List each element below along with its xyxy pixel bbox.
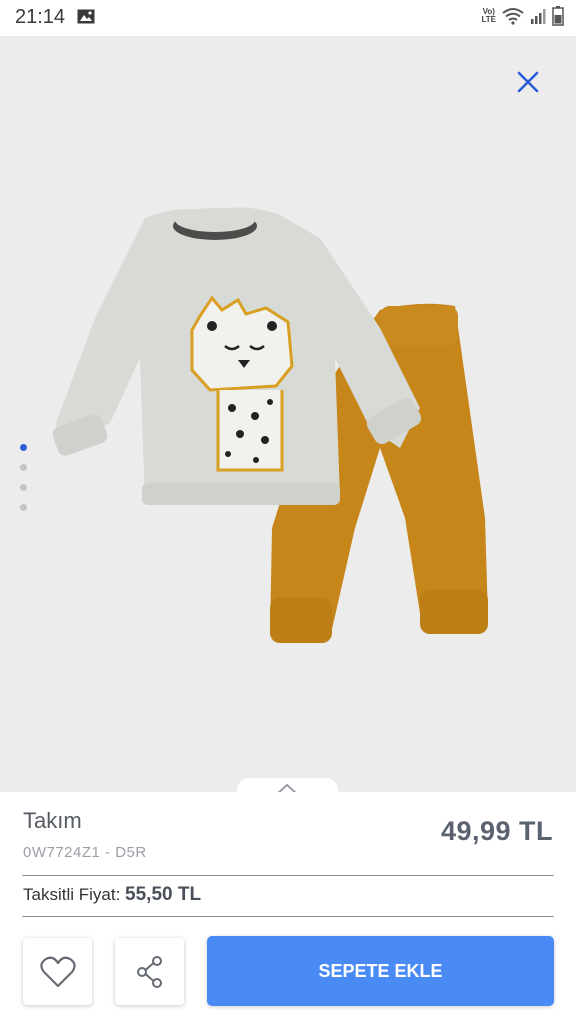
share-icon — [136, 955, 162, 988]
gallery-dot[interactable] — [20, 504, 27, 511]
gallery-dot[interactable] — [20, 484, 27, 491]
status-bar: 21:14 Vo) LTE — [0, 0, 576, 36]
heart-icon — [39, 956, 76, 987]
close-icon[interactable] — [512, 66, 544, 98]
status-icons: Vo) LTE — [481, 6, 564, 26]
gallery-pagination — [20, 444, 27, 511]
product-title: Takım — [23, 808, 82, 833]
product-info-panel: Takım 0W7724Z1 - D5R 49,99 TL Taksitli F… — [0, 792, 576, 1024]
status-time: 21:14 — [15, 6, 66, 28]
divider — [22, 875, 554, 876]
image-icon — [77, 9, 95, 24]
lte-bottom-label: LTE — [481, 15, 496, 24]
divider — [22, 916, 554, 917]
share-button[interactable] — [115, 938, 184, 1005]
product-gallery[interactable] — [0, 36, 576, 792]
lte-icon: Vo) LTE — [481, 8, 496, 24]
signal-icon — [531, 9, 546, 24]
product-code: 0W7724Z1 - D5R — [23, 844, 147, 861]
product-image — [52, 207, 488, 643]
gallery-dot-active[interactable] — [20, 444, 27, 451]
wifi-icon — [502, 8, 524, 25]
favorite-button[interactable] — [23, 938, 92, 1005]
installment-label: Taksitli Fiyat: — [23, 885, 121, 904]
gallery-dot[interactable] — [20, 464, 27, 471]
installment-price: Taksitli Fiyat: 55,50 TL — [23, 884, 201, 906]
product-price: 49,99 TL — [440, 816, 553, 846]
battery-icon — [552, 6, 564, 26]
installment-value: 55,50 TL — [125, 884, 202, 905]
add-to-cart-button[interactable]: SEPETE EKLE — [207, 936, 554, 1006]
